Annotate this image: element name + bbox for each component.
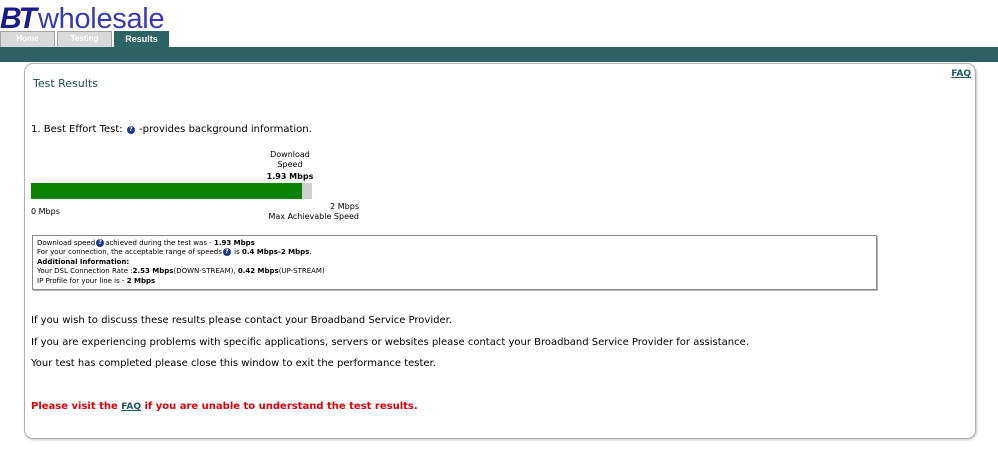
info-text: .	[309, 248, 312, 257]
info-value: 0.4 Mbps-2 Mbps	[241, 248, 310, 257]
info-text: achieved during the test was -	[105, 239, 214, 247]
info-text: IP Profile for your line is -	[37, 276, 127, 285]
test-label: 1. Best Effort Test:	[31, 124, 123, 135]
help-icon[interactable]: ?	[96, 239, 105, 247]
warning-text: Please visit the	[31, 401, 122, 412]
tab-home[interactable]: Home	[0, 31, 55, 47]
best-effort-test-line: 1. Best Effort Test: ? -provides backgro…	[31, 124, 312, 135]
message-contact: If you wish to discuss these results ple…	[31, 315, 452, 326]
info-line-4: Your DSL Connection Rate :2.53 Mbps(DOWN…	[37, 267, 872, 276]
faq-link[interactable]: FAQ	[951, 69, 971, 79]
message-problems: If you are experiencing problems with sp…	[31, 337, 749, 348]
info-value: 1.93 Mbps	[213, 239, 255, 247]
speed-info-box: Download speed? achieved during the test …	[32, 235, 877, 290]
info-line-5: IP Profile for your line is - 2 Mbps	[37, 277, 872, 286]
page-title: Test Results	[33, 77, 98, 90]
info-value: 2.53 Mbps	[132, 267, 174, 276]
info-line-3: Additional Information:	[37, 258, 872, 267]
faq-warning: Please visit the FAQ if you are unable t…	[31, 401, 418, 412]
help-icon[interactable]: ?	[222, 248, 231, 257]
logo-bt-text: BT	[0, 2, 37, 35]
download-speed-value: 1.93 Mbps	[266, 172, 314, 181]
bar-max-label: Max Achievable Speed	[268, 212, 359, 221]
info-text: (DOWN-STREAM),	[173, 267, 238, 276]
info-text: Download speed	[37, 239, 96, 247]
info-line-2: For your connection, the acceptable rang…	[37, 248, 872, 257]
info-text: Your DSL Connection Rate :	[37, 267, 133, 276]
info-line-1: Download speed? achieved during the test …	[37, 239, 872, 248]
info-text: (UP-STREAM)	[278, 267, 325, 276]
info-text: is	[231, 248, 242, 257]
warning-text: if you are unable to understand the test…	[141, 401, 418, 412]
bt-wholesale-logo: BT wholesale	[0, 2, 165, 35]
bar-max-value: 2 Mbps	[330, 202, 359, 211]
tab-testing[interactable]: Testing	[57, 31, 112, 47]
info-heading: Additional Information:	[37, 257, 130, 266]
nav-tabs: Home Testing Results	[0, 31, 171, 47]
logo-wholesale-text: wholesale	[38, 3, 165, 35]
info-value: 0.42 Mbps	[237, 267, 279, 276]
message-complete: Your test has completed please close thi…	[31, 358, 436, 369]
info-value: 2 Mbps	[126, 276, 156, 285]
info-text: For your connection, the acceptable rang…	[37, 248, 222, 257]
test-note: -provides background information.	[139, 124, 312, 135]
help-icon[interactable]: ?	[126, 126, 135, 134]
header-band	[0, 47, 998, 62]
speed-bar-fill	[31, 183, 303, 199]
warning-faq-link[interactable]: FAQ	[121, 402, 141, 412]
download-speed-label: Download Speed	[270, 150, 310, 169]
tab-results[interactable]: Results	[114, 31, 169, 47]
bar-min-label: 0 Mbps	[31, 207, 60, 216]
speed-bar-track	[31, 183, 312, 199]
